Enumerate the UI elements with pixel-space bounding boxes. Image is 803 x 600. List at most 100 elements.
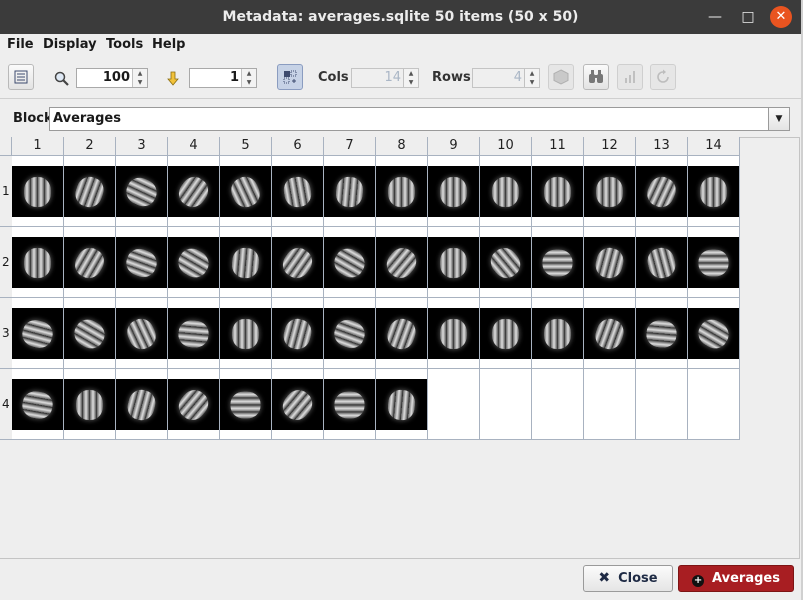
- goto-spinner-arrows[interactable]: ▲ ▼: [241, 69, 256, 87]
- gallery-cell[interactable]: [480, 298, 532, 369]
- gallery-cell[interactable]: [376, 369, 428, 440]
- gallery-cell[interactable]: [168, 156, 220, 227]
- column-header[interactable]: 5: [220, 137, 272, 156]
- gallery-cell[interactable]: [324, 156, 376, 227]
- gallery-cell[interactable]: [376, 156, 428, 227]
- column-header[interactable]: 2: [64, 137, 116, 156]
- gallery-cell[interactable]: [428, 298, 480, 369]
- gallery-cell[interactable]: [480, 156, 532, 227]
- minimize-button[interactable]: —: [704, 6, 726, 28]
- gallery-cell[interactable]: [220, 156, 272, 227]
- particle-average-blob: [645, 319, 678, 349]
- gallery-cell[interactable]: [480, 227, 532, 298]
- column-header[interactable]: 13: [636, 137, 688, 156]
- maximize-button[interactable]: □: [737, 6, 759, 28]
- rows-spinner-arrows[interactable]: ▲ ▼: [524, 69, 539, 87]
- box-tool-button[interactable]: [548, 64, 574, 90]
- gallery-cell[interactable]: [12, 298, 64, 369]
- gallery-cell[interactable]: [324, 227, 376, 298]
- goto-spinner[interactable]: 1 ▲ ▼: [189, 68, 257, 88]
- particle-average-blob: [693, 314, 734, 354]
- block-select[interactable]: Averages ▼: [49, 107, 790, 131]
- gallery-cell[interactable]: [636, 227, 688, 298]
- gallery-cell[interactable]: [532, 156, 584, 227]
- gallery-cell[interactable]: [532, 227, 584, 298]
- menu-tools[interactable]: Tools: [106, 37, 143, 52]
- close-button[interactable]: ✖ Close: [583, 565, 673, 592]
- menu-display[interactable]: Display: [43, 37, 97, 52]
- gallery-cell[interactable]: [116, 227, 168, 298]
- gallery-cell[interactable]: [64, 298, 116, 369]
- menu-file[interactable]: File: [7, 37, 34, 52]
- gallery-cell[interactable]: [584, 298, 636, 369]
- zoom-spinner[interactable]: 100 ▲ ▼: [76, 68, 148, 88]
- gallery-cell[interactable]: [12, 227, 64, 298]
- average-image-thumbnail: [688, 237, 739, 288]
- cols-spinner[interactable]: 14 ▲ ▼: [351, 68, 419, 88]
- gallery-cell[interactable]: [376, 227, 428, 298]
- menu-help[interactable]: Help: [152, 37, 185, 52]
- gallery-cell[interactable]: [688, 298, 740, 369]
- average-image-thumbnail: [168, 237, 219, 288]
- column-header[interactable]: 12: [584, 137, 636, 156]
- plot-button[interactable]: [617, 64, 643, 90]
- average-image-thumbnail: [12, 166, 63, 217]
- row-header[interactable]: 2: [0, 227, 12, 298]
- average-image-thumbnail: [480, 308, 531, 359]
- gallery-cell[interactable]: [168, 227, 220, 298]
- close-window-button[interactable]: ✕: [770, 6, 792, 28]
- gallery-cell[interactable]: [272, 227, 324, 298]
- gallery-cell[interactable]: [64, 156, 116, 227]
- gallery-cell[interactable]: [324, 298, 376, 369]
- chevron-down-icon[interactable]: ▼: [768, 108, 789, 130]
- gallery-cell[interactable]: [636, 156, 688, 227]
- gallery-cell[interactable]: [64, 227, 116, 298]
- column-header[interactable]: 7: [324, 137, 376, 156]
- gallery-cell[interactable]: [584, 156, 636, 227]
- gallery-cell[interactable]: [64, 369, 116, 440]
- gallery-cell[interactable]: [116, 369, 168, 440]
- gallery-cell[interactable]: [272, 298, 324, 369]
- row-header[interactable]: 4: [0, 369, 12, 440]
- rows-spinner[interactable]: 4 ▲ ▼: [472, 68, 540, 88]
- row-header[interactable]: 3: [0, 298, 12, 369]
- gallery-cell[interactable]: [116, 298, 168, 369]
- gallery-cell[interactable]: [688, 156, 740, 227]
- gallery-cell[interactable]: [272, 369, 324, 440]
- zoom-spinner-arrows[interactable]: ▲ ▼: [132, 69, 147, 87]
- column-header[interactable]: 11: [532, 137, 584, 156]
- row-header[interactable]: 1: [0, 156, 12, 227]
- gallery-cell[interactable]: [12, 156, 64, 227]
- gallery-cell[interactable]: [116, 156, 168, 227]
- gallery-cell[interactable]: [532, 298, 584, 369]
- adjust-columns-toggle[interactable]: [277, 64, 303, 90]
- gallery-cell[interactable]: [220, 369, 272, 440]
- gallery-cell[interactable]: [324, 369, 376, 440]
- gallery-cell[interactable]: [428, 156, 480, 227]
- average-image-thumbnail: [428, 237, 479, 288]
- gallery-cell[interactable]: [584, 227, 636, 298]
- gallery-cell[interactable]: [272, 156, 324, 227]
- gallery-cell[interactable]: [376, 298, 428, 369]
- refresh-button[interactable]: [650, 64, 676, 90]
- gallery-cell[interactable]: [168, 369, 220, 440]
- column-header[interactable]: 14: [688, 137, 740, 156]
- column-header[interactable]: 4: [168, 137, 220, 156]
- gallery-cell[interactable]: [168, 298, 220, 369]
- column-header[interactable]: 1: [12, 137, 64, 156]
- column-header[interactable]: 3: [116, 137, 168, 156]
- column-header[interactable]: 6: [272, 137, 324, 156]
- column-header[interactable]: 9: [428, 137, 480, 156]
- column-header[interactable]: 8: [376, 137, 428, 156]
- gallery-cell[interactable]: [12, 369, 64, 440]
- cols-spinner-arrows[interactable]: ▲ ▼: [403, 69, 418, 87]
- find-button[interactable]: [583, 64, 609, 90]
- gallery-cell[interactable]: [220, 227, 272, 298]
- table-view-button[interactable]: [8, 64, 34, 90]
- column-header[interactable]: 10: [480, 137, 532, 156]
- averages-button[interactable]: + Averages: [678, 565, 794, 592]
- gallery-cell[interactable]: [636, 298, 688, 369]
- gallery-cell[interactable]: [428, 227, 480, 298]
- gallery-cell[interactable]: [220, 298, 272, 369]
- gallery-cell[interactable]: [688, 227, 740, 298]
